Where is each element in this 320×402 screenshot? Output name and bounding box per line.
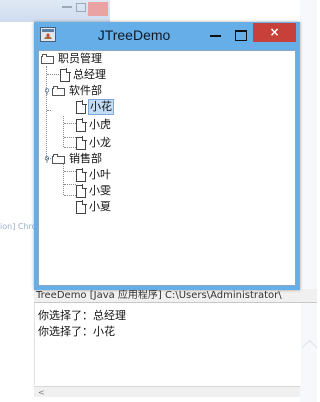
tree-node-folder[interactable]: ⚲ 软件部: [42, 83, 103, 99]
tree-node-label: 总经理: [73, 68, 106, 81]
close-button[interactable]: ×: [253, 23, 296, 42]
tree-node-root[interactable]: 职员管理: [41, 51, 103, 67]
expand-toggle-icon[interactable]: ⚲: [42, 155, 52, 164]
maximize-button[interactable]: [235, 30, 247, 41]
folder-icon: [52, 86, 66, 96]
console-horizontal-scrollbar[interactable]: <: [34, 386, 300, 397]
tree-node-leaf[interactable]: 小雯: [75, 183, 112, 199]
folder-icon: [52, 154, 66, 164]
window-titlebar[interactable]: JTreeDemo ×: [34, 22, 300, 50]
background-maximize-icon: [76, 3, 86, 12]
leaf-icon: [75, 135, 87, 150]
tree-node-leaf[interactable]: 小虎: [75, 117, 112, 133]
minimize-button[interactable]: [210, 35, 221, 37]
console-title: TreeDemo [Java 应用程序] C:\Users\Administra…: [34, 289, 317, 303]
tree-node-label: 小夏: [89, 200, 111, 213]
tree-node-leaf[interactable]: 小夏: [75, 199, 112, 215]
tree-node-folder[interactable]: ⚲ 销售部: [42, 151, 103, 167]
leaf-icon: [59, 67, 71, 82]
folder-icon: [41, 54, 55, 64]
tree-node-leaf[interactable]: 小龙: [75, 135, 112, 151]
leaf-icon: [75, 167, 87, 182]
background-minimize-icon: [62, 6, 72, 8]
tree-node-label: 职员管理: [58, 52, 102, 65]
scroll-left-icon[interactable]: <: [38, 388, 45, 397]
background-close-icon: [88, 2, 108, 16]
tree-node-label: 小叶: [89, 168, 111, 181]
tree-connector-line: [47, 110, 51, 111]
expand-toggle-icon[interactable]: ⚲: [42, 87, 52, 96]
tree-node-leaf[interactable]: 小叶: [75, 167, 112, 183]
tree-connector-line: [46, 66, 47, 160]
window-title: JTreeDemo: [97, 27, 171, 43]
tree-node-label: 小虎: [89, 118, 111, 131]
background-window-fragment: ion] Chro: [0, 222, 34, 231]
leaf-icon: [75, 117, 87, 132]
console-line: 你选择了：总经理: [38, 309, 126, 322]
tree-node-label: 小龙: [89, 136, 111, 149]
leaf-icon: [75, 99, 87, 114]
leaf-icon: [75, 199, 87, 214]
console-output[interactable]: 你选择了：总经理 你选择了：小花: [34, 303, 301, 385]
jtreedemo-window: JTreeDemo × 职员管理 总经理 ⚲ 软件部 小花 小虎 小龙 ⚲ 销售…: [34, 22, 300, 290]
tree-node-label: 软件部: [69, 84, 102, 97]
console-line: 你选择了：小花: [38, 325, 115, 338]
leaf-icon: [75, 183, 87, 198]
tree-connector-line: [63, 116, 64, 147]
tree-node-leaf[interactable]: 小花: [75, 99, 114, 115]
tree-node-label: 小雯: [89, 184, 111, 197]
tree-panel[interactable]: 职员管理 总经理 ⚲ 软件部 小花 小虎 小龙 ⚲ 销售部 小叶 小雯 小夏: [38, 50, 296, 286]
tree-node-leaf[interactable]: 总经理: [59, 67, 107, 83]
tree-node-label-selected: 小花: [88, 99, 114, 115]
background-window-titlebar: [0, 0, 110, 22]
tree-node-label: 销售部: [69, 152, 102, 165]
